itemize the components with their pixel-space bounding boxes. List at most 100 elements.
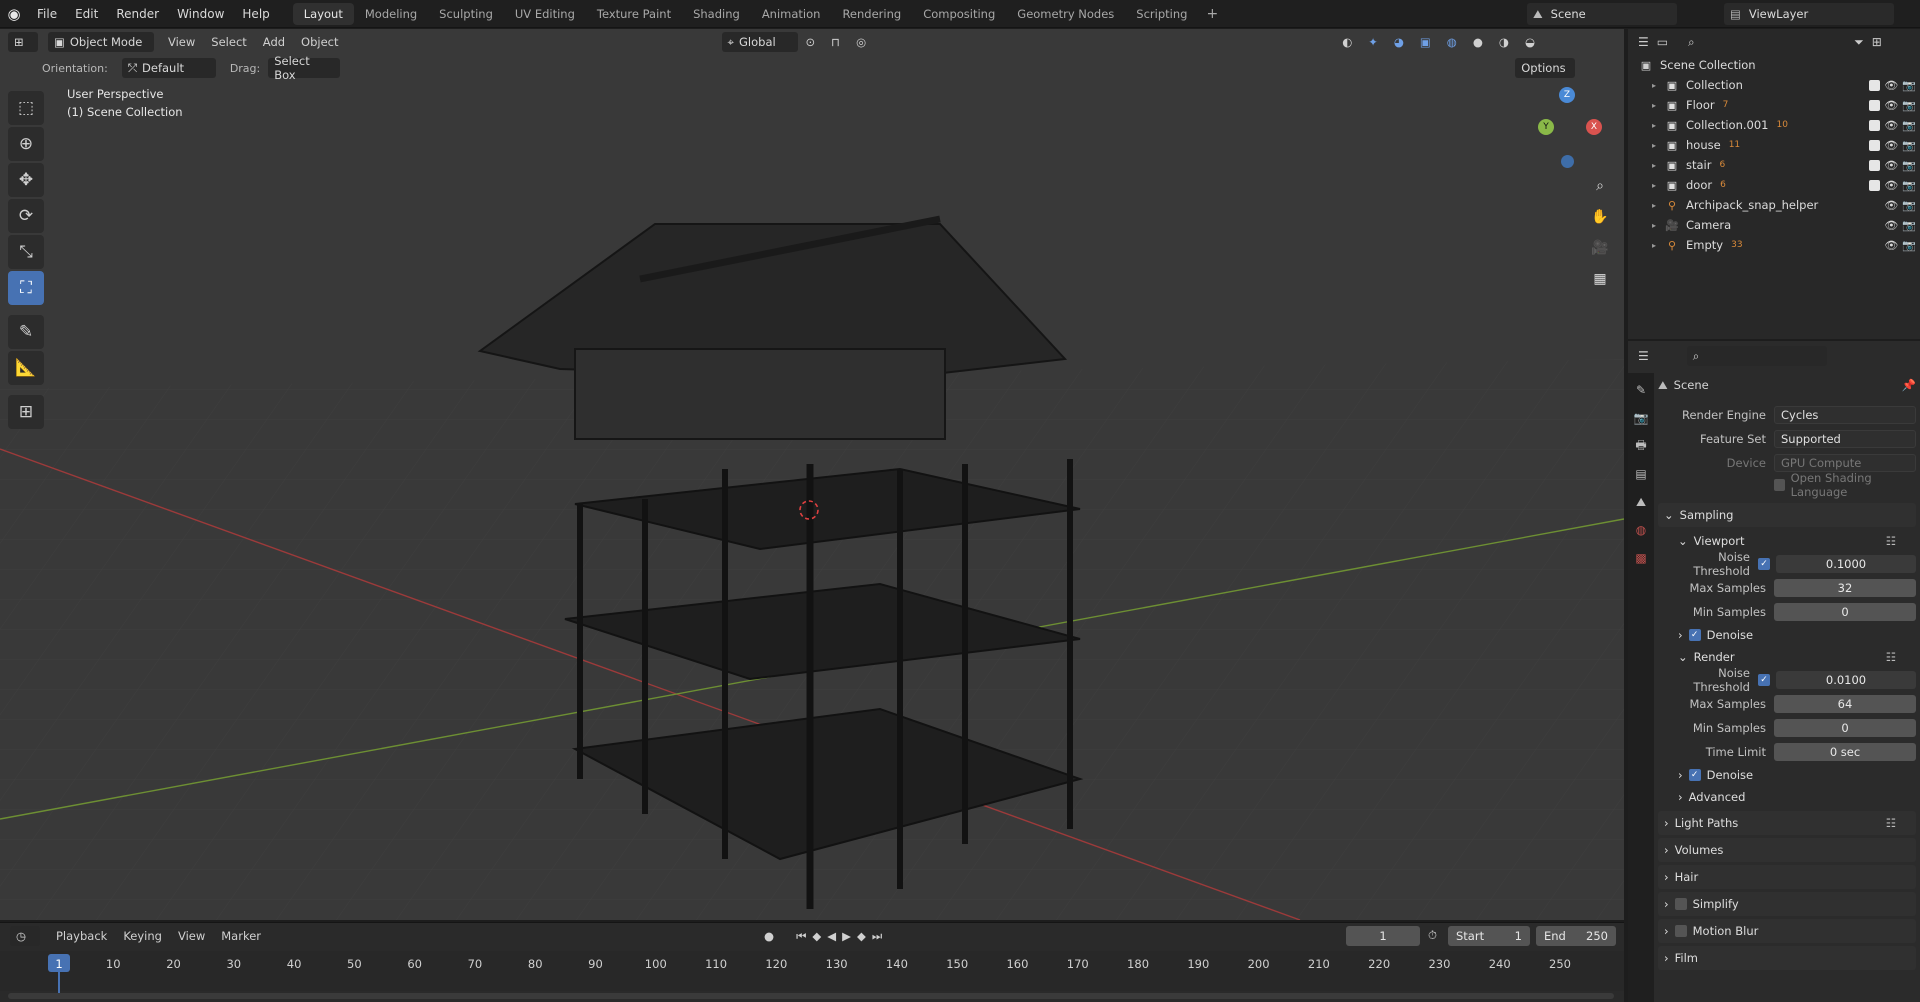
include-checkbox[interactable] bbox=[1869, 99, 1881, 111]
camera-view-icon[interactable]: 🎥 bbox=[1586, 234, 1614, 262]
render-camera-icon[interactable]: 📷 bbox=[1902, 99, 1916, 112]
viewport-subsection[interactable]: ⌄ Viewport ☷ bbox=[1658, 530, 1916, 552]
outliner-row-floor[interactable]: ▸ ▣ Floor 7 👁 📷 bbox=[1628, 95, 1920, 115]
timeline-menu-view[interactable]: View bbox=[170, 929, 213, 943]
viewport-menu-view[interactable]: View bbox=[160, 35, 203, 49]
motion-blur-section[interactable]: › Motion Blur bbox=[1658, 919, 1916, 943]
add-workspace-button[interactable]: + bbox=[1198, 6, 1226, 22]
new-collection-icon[interactable]: ⊞ bbox=[1872, 35, 1882, 49]
texture-tab-icon[interactable]: ▩ bbox=[1630, 547, 1652, 569]
pin-icon[interactable]: 📌 bbox=[1902, 378, 1916, 392]
expand-arrow-icon[interactable]: ▸ bbox=[1652, 161, 1664, 170]
render-camera-icon[interactable]: 📷 bbox=[1902, 219, 1916, 232]
vp-noise-threshold-checkbox[interactable]: ✓ bbox=[1758, 558, 1770, 570]
viewport-canvas[interactable] bbox=[0, 29, 1624, 920]
solid-shading-icon[interactable]: ● bbox=[1465, 35, 1491, 49]
vp-denoise-checkbox[interactable]: ✓ bbox=[1688, 629, 1701, 641]
annotate-icon[interactable]: ✎ bbox=[8, 315, 44, 349]
tab-geometry-nodes[interactable]: Geometry Nodes bbox=[1006, 3, 1125, 25]
render-camera-icon[interactable]: 📷 bbox=[1902, 179, 1916, 192]
outliner-editor-icon[interactable]: ☰ bbox=[1638, 35, 1649, 49]
expand-arrow-icon[interactable]: ▸ bbox=[1652, 241, 1664, 250]
tab-compositing[interactable]: Compositing bbox=[912, 3, 1006, 25]
motion-blur-checkbox[interactable] bbox=[1674, 925, 1687, 937]
tab-modeling[interactable]: Modeling bbox=[354, 3, 428, 25]
feature-set-dropdown[interactable]: Supported bbox=[1774, 430, 1916, 448]
viewport-menu-object[interactable]: Object bbox=[293, 35, 346, 49]
pan-hand-icon[interactable]: ✋ bbox=[1586, 203, 1614, 231]
snap-icon[interactable]: ⊓ bbox=[823, 35, 848, 49]
outliner-row-stair[interactable]: ▸ ▣ stair 6 👁 📷 bbox=[1628, 155, 1920, 175]
expand-arrow-icon[interactable]: ▸ bbox=[1652, 221, 1664, 230]
outliner-search[interactable]: ⌕ bbox=[1682, 32, 1793, 52]
simplify-section[interactable]: › Simplify bbox=[1658, 892, 1916, 916]
material-shading-icon[interactable]: ◑ bbox=[1491, 35, 1517, 49]
ortho-grid-icon[interactable]: ▦ bbox=[1586, 265, 1614, 293]
play-reverse-icon[interactable]: ◀ bbox=[827, 929, 836, 944]
cursor-icon[interactable]: ⊕ bbox=[8, 127, 44, 161]
expand-arrow-icon[interactable]: ▸ bbox=[1652, 141, 1664, 150]
tab-rendering[interactable]: Rendering bbox=[831, 3, 912, 25]
render-camera-icon[interactable]: 📷 bbox=[1902, 199, 1916, 212]
render-camera-icon[interactable]: 📷 bbox=[1902, 79, 1916, 92]
timeline-scrollbar[interactable] bbox=[8, 993, 1614, 999]
y-axis-ball[interactable]: Y bbox=[1538, 119, 1554, 135]
3d-viewport[interactable]: ⊞ ▣ Object Mode View Select Add Object ⌖ Gl… bbox=[0, 29, 1624, 920]
timeline-ruler[interactable]: 1 10 20 30 40 50 60 70 80 90 100 110 120 130 140 150 160… bbox=[0, 951, 1624, 993]
tab-animation[interactable]: Animation bbox=[751, 3, 832, 25]
eye-icon[interactable]: 👁 bbox=[1884, 79, 1898, 92]
menu-file[interactable]: File bbox=[28, 0, 66, 28]
outliner-row-house[interactable]: ▸ ▣ house 11 👁 📷 bbox=[1628, 135, 1920, 155]
outliner-row-camera[interactable]: ▸ 🎥 Camera 👁 📷 bbox=[1628, 215, 1920, 235]
play-icon[interactable]: ▶ bbox=[842, 929, 851, 944]
advanced-row[interactable]: › Advanced bbox=[1658, 786, 1916, 808]
expand-arrow-icon[interactable]: ▸ bbox=[1652, 101, 1664, 110]
include-checkbox[interactable] bbox=[1869, 159, 1881, 171]
neg-z-axis-ball[interactable] bbox=[1561, 155, 1574, 168]
timeline-menu-keying[interactable]: Keying bbox=[115, 929, 170, 943]
jump-end-icon[interactable]: ⏭ bbox=[872, 929, 882, 944]
world-tab-icon[interactable]: ◍ bbox=[1630, 519, 1652, 541]
eye-icon[interactable]: 👁 bbox=[1884, 179, 1898, 192]
viewport-menu-select[interactable]: Select bbox=[203, 35, 254, 49]
include-checkbox[interactable] bbox=[1869, 119, 1881, 131]
outliner-row-archipack-snap-helper[interactable]: ▸ ⚲ Archipack_snap_helper 👁 📷 bbox=[1628, 195, 1920, 215]
properties-search[interactable]: ⌕ bbox=[1686, 346, 1827, 366]
eye-icon[interactable]: 👁 bbox=[1884, 159, 1898, 172]
timeline-menu-marker[interactable]: Marker bbox=[213, 929, 269, 943]
rotate-icon[interactable]: ⟳ bbox=[8, 199, 44, 233]
light-paths-list-icon[interactable]: ☷ bbox=[1886, 816, 1896, 830]
drag-dropdown[interactable]: Select Box bbox=[268, 54, 341, 82]
include-checkbox[interactable] bbox=[1869, 79, 1881, 91]
options-dropdown[interactable]: Options bbox=[1515, 58, 1576, 78]
outliner-row-collection-001[interactable]: ▸ ▣ Collection.001 10 👁 📷 bbox=[1628, 115, 1920, 135]
move-icon[interactable]: ✥ bbox=[8, 163, 44, 197]
display-mode-icon[interactable]: ▭ bbox=[1657, 35, 1668, 49]
tab-scripting[interactable]: Scripting bbox=[1125, 3, 1198, 25]
menu-edit[interactable]: Edit bbox=[66, 0, 107, 28]
tab-sculpting[interactable]: Sculpting bbox=[428, 3, 504, 25]
measure-icon[interactable]: 📐 bbox=[8, 351, 44, 385]
r-denoise-checkbox[interactable]: ✓ bbox=[1688, 769, 1701, 781]
r-max-samples-field[interactable]: 64 bbox=[1774, 695, 1916, 713]
render-camera-icon[interactable]: 📷 bbox=[1902, 239, 1916, 252]
next-keyframe-icon[interactable]: ◆ bbox=[857, 929, 866, 944]
render-camera-icon[interactable]: 📷 bbox=[1902, 119, 1916, 132]
volumes-section[interactable]: › Volumes bbox=[1658, 838, 1916, 862]
timeline-editor-type-button[interactable]: ◷ bbox=[10, 926, 40, 946]
end-frame-field[interactable]: End 250 bbox=[1536, 926, 1616, 946]
r-noise-threshold-field[interactable]: 0.0100 bbox=[1776, 671, 1916, 689]
editor-type-button[interactable]: ⊞ bbox=[8, 32, 38, 52]
scene-collection-row[interactable]: ▣ Scene Collection bbox=[1628, 55, 1920, 75]
render-engine-dropdown[interactable]: Cycles bbox=[1774, 406, 1916, 424]
view-layer-selector[interactable]: ▤ ViewLayer bbox=[1724, 3, 1894, 25]
light-paths-section[interactable]: › Light Paths ☷ bbox=[1658, 811, 1916, 835]
vp-denoise-row[interactable]: › ✓ Denoise bbox=[1658, 624, 1916, 646]
jump-start-icon[interactable]: ⏮ bbox=[796, 929, 806, 944]
rendered-shading-icon[interactable]: ◒ bbox=[1517, 35, 1543, 49]
include-checkbox[interactable] bbox=[1869, 179, 1881, 191]
eye-icon[interactable]: 👁 bbox=[1884, 119, 1898, 132]
r-noise-threshold-checkbox[interactable]: ✓ bbox=[1758, 674, 1770, 686]
wireframe-shading-icon[interactable]: ◍ bbox=[1439, 35, 1465, 49]
add-cube-icon[interactable]: ⊞ bbox=[8, 395, 44, 429]
